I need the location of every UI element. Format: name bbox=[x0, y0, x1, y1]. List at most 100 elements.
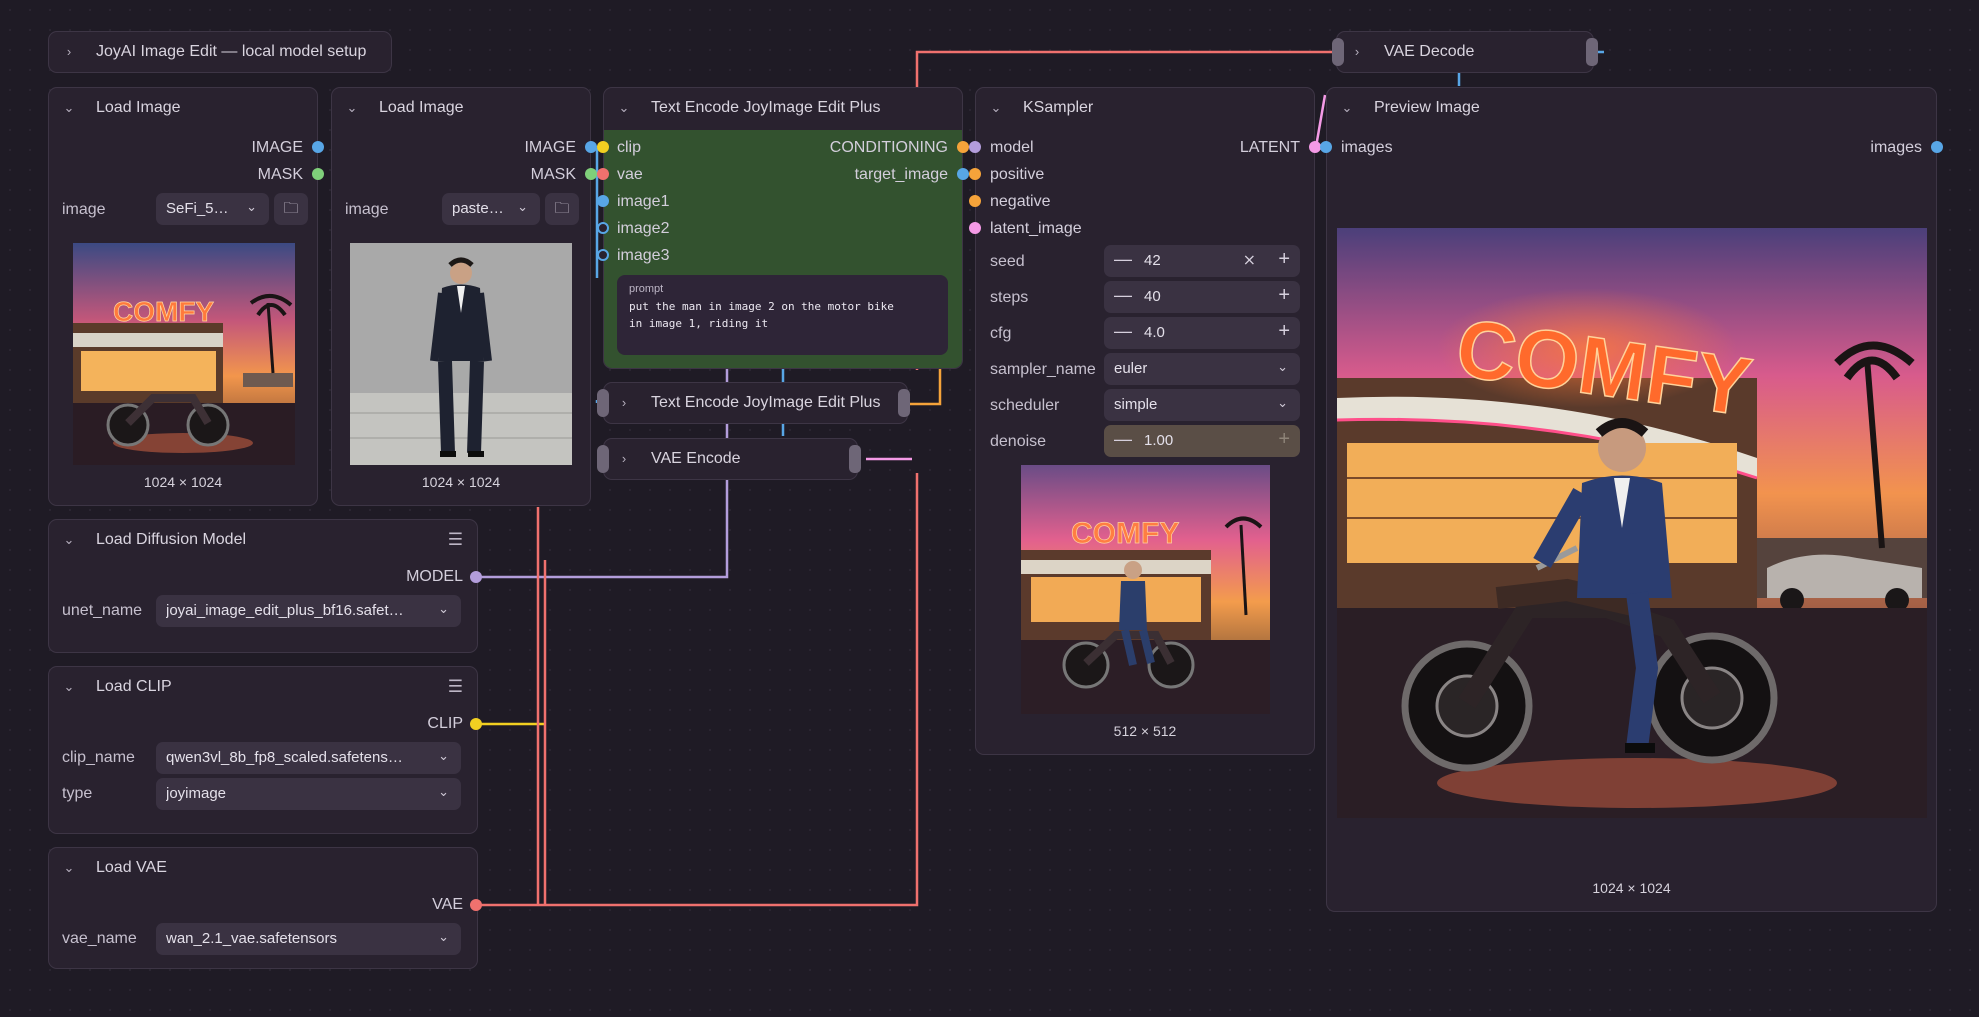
chevron-down-icon[interactable]: ⌄ bbox=[616, 100, 632, 116]
output-handle[interactable] bbox=[849, 445, 861, 473]
preview-image-node[interactable]: ⌄ Preview Image images images COMFY 1024… bbox=[1326, 87, 1937, 912]
chevron-down-icon: ⌄ bbox=[438, 929, 449, 944]
cfg-label: cfg bbox=[990, 325, 1012, 342]
output-handle[interactable] bbox=[898, 389, 910, 417]
output-images-dot[interactable] bbox=[1931, 141, 1943, 153]
input-clip-dot[interactable] bbox=[597, 141, 609, 153]
input-latent-dot[interactable] bbox=[969, 222, 981, 234]
load-vae-node[interactable]: ⌄ Load VAE VAE vae_name wan_2.1_vae.safe… bbox=[48, 847, 478, 969]
group-title: JoyAI Image Edit — local model setup bbox=[96, 43, 367, 60]
plus-icon[interactable]: + bbox=[1278, 428, 1290, 451]
output-mask-dot[interactable] bbox=[312, 168, 324, 180]
output-image-dot[interactable] bbox=[312, 141, 324, 153]
image-size-caption: 1024 × 1024 bbox=[143, 474, 223, 490]
denoise-slider[interactable]: — 1.00 + bbox=[1104, 425, 1300, 457]
text-encode-collapsed-node[interactable]: › Text Encode JoyImage Edit Plus bbox=[603, 382, 908, 424]
unet-name-select[interactable]: joyai_image_edit_plus_bf16.safet… ⌄ bbox=[156, 595, 461, 627]
scheduler-select[interactable]: simple ⌄ bbox=[1104, 389, 1300, 421]
input-model-dot[interactable] bbox=[969, 141, 981, 153]
vae-encode-node[interactable]: › VAE Encode bbox=[603, 438, 858, 480]
chevron-down-icon[interactable]: ⌄ bbox=[344, 100, 360, 116]
chevron-down-icon[interactable]: ⌄ bbox=[61, 100, 77, 116]
cfg-stepper[interactable]: — 4.0 + bbox=[1104, 317, 1300, 349]
chevron-down-icon: ⌄ bbox=[1277, 395, 1288, 410]
output-image-dot[interactable] bbox=[585, 141, 597, 153]
chevron-right-icon[interactable]: › bbox=[61, 44, 77, 60]
output-handle[interactable] bbox=[1586, 38, 1598, 66]
input-vae-dot[interactable] bbox=[597, 168, 609, 180]
image-select[interactable]: paste… ⌄ bbox=[442, 193, 540, 225]
vae-decode-node[interactable]: › VAE Decode bbox=[1336, 31, 1594, 73]
load-image-node-2[interactable]: ⌄ Load Image IMAGE MASK image paste… ⌄ 🗀… bbox=[331, 87, 591, 506]
output-clip-dot[interactable] bbox=[470, 718, 482, 730]
preview-size-caption: 1024 × 1024 bbox=[1592, 880, 1671, 896]
plus-icon[interactable]: + bbox=[1278, 248, 1290, 271]
output-model-dot[interactable] bbox=[470, 571, 482, 583]
minus-icon[interactable]: — bbox=[1114, 429, 1132, 450]
output-vae-label: VAE bbox=[432, 896, 463, 913]
steps-stepper[interactable]: — 40 + bbox=[1104, 281, 1300, 313]
output-mask-label: MASK bbox=[530, 166, 576, 183]
minus-icon[interactable]: — bbox=[1114, 249, 1132, 270]
ksampler-node[interactable]: ⌄ KSampler model positive negative laten… bbox=[975, 87, 1315, 755]
seed-stepper[interactable]: — 42 ⨯ + bbox=[1104, 245, 1300, 277]
image-select[interactable]: SeFi_5… ⌄ bbox=[156, 193, 269, 225]
input-handle[interactable] bbox=[1332, 38, 1344, 66]
input-handle[interactable] bbox=[597, 389, 609, 417]
node-title: Text Encode JoyImage Edit Plus bbox=[651, 394, 881, 411]
chevron-right-icon[interactable]: › bbox=[616, 395, 632, 411]
sampler-select[interactable]: euler ⌄ bbox=[1104, 353, 1300, 385]
settings-sliders-icon[interactable]: ☰ bbox=[448, 530, 463, 550]
settings-sliders-icon[interactable]: ☰ bbox=[448, 677, 463, 697]
chevron-down-icon[interactable]: ⌄ bbox=[61, 679, 77, 695]
clip-name-select[interactable]: qwen3vl_8b_fp8_scaled.safetens… ⌄ bbox=[156, 742, 461, 774]
chevron-down-icon[interactable]: ⌄ bbox=[1339, 100, 1355, 116]
folder-browse-icon[interactable]: 🗀 bbox=[274, 193, 308, 225]
image-widget-label: image bbox=[345, 201, 389, 218]
input-image2-dot[interactable] bbox=[597, 222, 609, 234]
chevron-down-icon: ⌄ bbox=[438, 784, 449, 799]
randomize-icon[interactable]: ⨯ bbox=[1243, 250, 1256, 270]
load-diffusion-model-node[interactable]: ⌄ Load Diffusion Model ☰ MODEL unet_name… bbox=[48, 519, 478, 653]
vae-name-select[interactable]: wan_2.1_vae.safetensors ⌄ bbox=[156, 923, 461, 955]
input-model-label: model bbox=[990, 139, 1034, 156]
chevron-down-icon[interactable]: ⌄ bbox=[61, 532, 77, 548]
load-clip-node[interactable]: ⌄ Load CLIP ☰ CLIP clip_name qwen3vl_8b_… bbox=[48, 666, 478, 834]
output-target-image-dot[interactable] bbox=[957, 168, 969, 180]
minus-icon[interactable]: — bbox=[1114, 285, 1132, 306]
input-images-dot[interactable] bbox=[1320, 141, 1332, 153]
input-image1-dot[interactable] bbox=[597, 195, 609, 207]
output-vae-dot[interactable] bbox=[470, 899, 482, 911]
input-image2-label: image2 bbox=[617, 220, 670, 237]
output-mask-dot[interactable] bbox=[585, 168, 597, 180]
plus-icon[interactable]: + bbox=[1278, 320, 1290, 343]
node-title: Preview Image bbox=[1374, 99, 1480, 116]
node-title: VAE Decode bbox=[1384, 43, 1475, 60]
node-title: Load Image bbox=[96, 99, 181, 116]
wire-latent-2 bbox=[1314, 94, 1327, 148]
type-select[interactable]: joyimage ⌄ bbox=[156, 778, 461, 810]
input-positive-dot[interactable] bbox=[969, 168, 981, 180]
prompt-textarea[interactable]: prompt put the man in image 2 on the mot… bbox=[617, 275, 948, 355]
chevron-right-icon[interactable]: › bbox=[616, 451, 632, 467]
type-label: type bbox=[62, 785, 93, 802]
prompt-label: prompt bbox=[629, 283, 664, 295]
input-handle[interactable] bbox=[597, 445, 609, 473]
load-image-node-1[interactable]: ⌄ Load Image IMAGE MASK image SeFi_5… ⌄ … bbox=[48, 87, 318, 506]
chevron-down-icon[interactable]: ⌄ bbox=[988, 100, 1004, 116]
output-target-image-label: target_image bbox=[854, 166, 948, 183]
input-image3-dot[interactable] bbox=[597, 249, 609, 261]
chevron-down-icon[interactable]: ⌄ bbox=[61, 860, 77, 876]
chevron-right-icon[interactable]: › bbox=[1349, 44, 1365, 60]
group-header[interactable]: › JoyAI Image Edit — local model setup bbox=[48, 31, 392, 73]
svg-text:COMFY: COMFY bbox=[113, 296, 214, 327]
folder-browse-icon[interactable]: 🗀 bbox=[545, 193, 579, 225]
output-conditioning-dot[interactable] bbox=[957, 141, 969, 153]
input-negative-dot[interactable] bbox=[969, 195, 981, 207]
preview-result-image: COMFY bbox=[1337, 228, 1927, 818]
plus-icon[interactable]: + bbox=[1278, 284, 1290, 307]
steps-label: steps bbox=[990, 289, 1029, 306]
text-encode-node[interactable]: ⌄ Text Encode JoyImage Edit Plus clip va… bbox=[603, 87, 963, 369]
input-vae-label: vae bbox=[617, 166, 643, 183]
minus-icon[interactable]: — bbox=[1114, 321, 1132, 342]
